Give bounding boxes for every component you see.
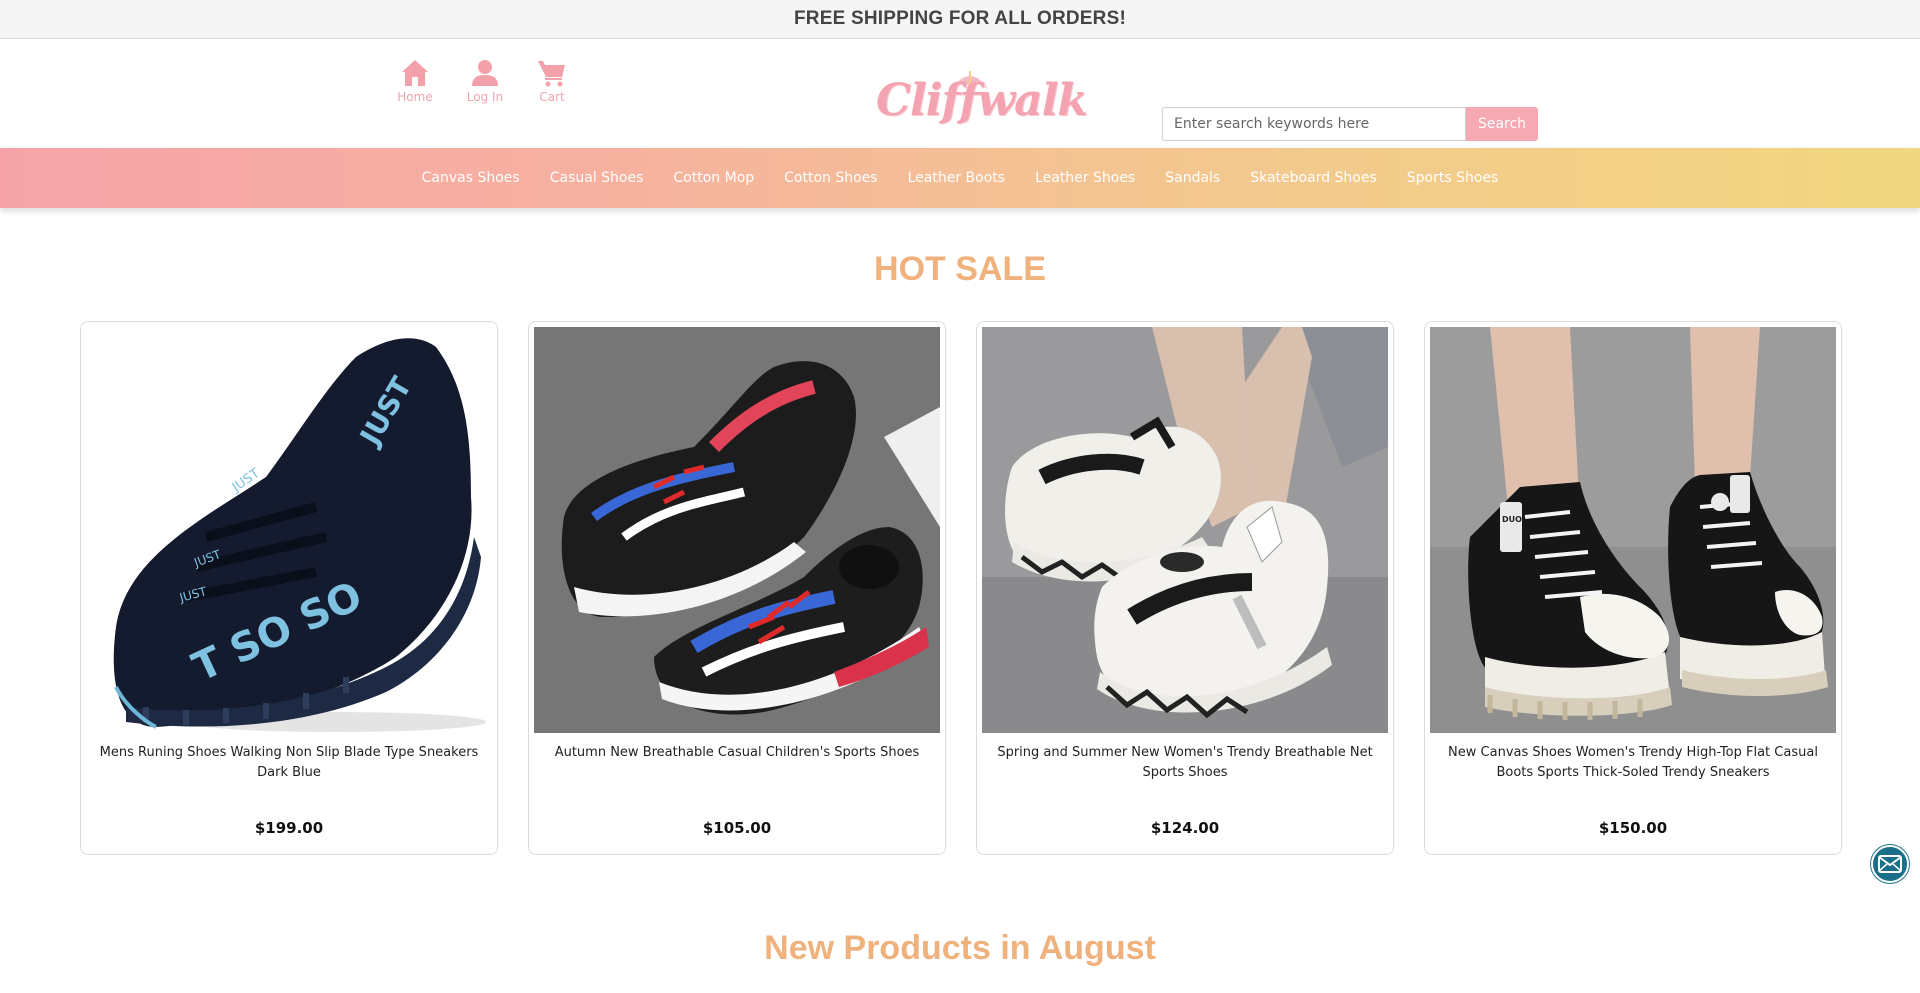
logo-text: Cliffwalk: [876, 75, 1088, 126]
contact-mail-button[interactable]: [1871, 845, 1909, 883]
hot-sale-grid: T SO SO JUST JUST JUST JUST Mens Runing …: [80, 321, 1842, 855]
shoe-image-womens-chunky-sneakers: [982, 327, 1388, 733]
cart-link[interactable]: Cart: [520, 57, 584, 104]
product-name[interactable]: Mens Runing Shoes Walking Non Slip Blade…: [99, 743, 479, 783]
category-nav: Canvas Shoes Casual Shoes Cotton Mop Cot…: [0, 148, 1920, 208]
announcement-text: FREE SHIPPING FOR ALL ORDERS!: [794, 8, 1126, 29]
category-canvas-shoes[interactable]: Canvas Shoes: [407, 170, 535, 186]
site-header: Home Log In Cart Cliffwalk Enter search …: [0, 39, 1920, 147]
product-price: $199.00: [254, 819, 324, 837]
product-image[interactable]: DUO: [1430, 327, 1836, 733]
category-cotton-mop[interactable]: Cotton Mop: [658, 170, 769, 186]
product-image[interactable]: [534, 327, 940, 733]
svg-text:DUO: DUO: [1502, 515, 1522, 524]
product-card[interactable]: Autumn New Breathable Casual Children's …: [528, 321, 946, 855]
site-logo[interactable]: Cliffwalk: [872, 69, 1088, 129]
product-name[interactable]: Autumn New Breathable Casual Children's …: [547, 743, 927, 763]
mail-icon: [1878, 855, 1902, 873]
product-price: $150.00: [1598, 819, 1668, 837]
home-link-label: Home: [397, 90, 433, 104]
shoe-image-canvas-high-tops: DUO: [1430, 327, 1836, 733]
quick-links: Home Log In Cart: [380, 57, 584, 104]
category-cotton-shoes[interactable]: Cotton Shoes: [769, 170, 892, 186]
login-link[interactable]: Log In: [450, 57, 520, 104]
product-card[interactable]: DUO New Canvas Shoes Women's Trendy High…: [1424, 321, 1842, 855]
shoe-image-dark-blue-sneaker: T SO SO JUST JUST JUST JUST: [86, 327, 492, 733]
category-leather-shoes[interactable]: Leather Shoes: [1020, 170, 1150, 186]
product-card[interactable]: T SO SO JUST JUST JUST JUST Mens Runing …: [80, 321, 498, 855]
category-skateboard-shoes[interactable]: Skateboard Shoes: [1235, 170, 1392, 186]
cart-icon: [538, 61, 565, 87]
search-button[interactable]: Search: [1466, 107, 1538, 141]
category-sandals[interactable]: Sandals: [1150, 170, 1235, 186]
home-icon: [402, 60, 428, 86]
category-leather-boots[interactable]: Leather Boots: [893, 170, 1020, 186]
home-link[interactable]: Home: [380, 57, 450, 104]
new-products-title: New Products in August: [764, 929, 1156, 967]
shoe-image-kids-sneakers: [534, 327, 940, 733]
hot-sale-title: HOT SALE: [874, 250, 1046, 288]
product-image[interactable]: [982, 327, 1388, 733]
category-casual-shoes[interactable]: Casual Shoes: [535, 170, 659, 186]
product-price: $124.00: [1150, 819, 1220, 837]
search-input[interactable]: Enter search keywords here: [1162, 107, 1466, 141]
product-price: $105.00: [702, 819, 772, 837]
login-link-label: Log In: [466, 90, 504, 104]
user-icon: [472, 60, 498, 86]
product-card[interactable]: Spring and Summer New Women's Trendy Bre…: [976, 321, 1394, 855]
product-name[interactable]: New Canvas Shoes Women's Trendy High-Top…: [1443, 743, 1823, 783]
category-sports-shoes[interactable]: Sports Shoes: [1392, 170, 1514, 186]
search-bar: Enter search keywords here Search: [1162, 107, 1538, 141]
product-image[interactable]: T SO SO JUST JUST JUST JUST: [86, 327, 492, 733]
announcement-bar: FREE SHIPPING FOR ALL ORDERS!: [0, 0, 1920, 39]
cart-link-label: Cart: [539, 90, 565, 104]
product-name[interactable]: Spring and Summer New Women's Trendy Bre…: [995, 743, 1375, 783]
